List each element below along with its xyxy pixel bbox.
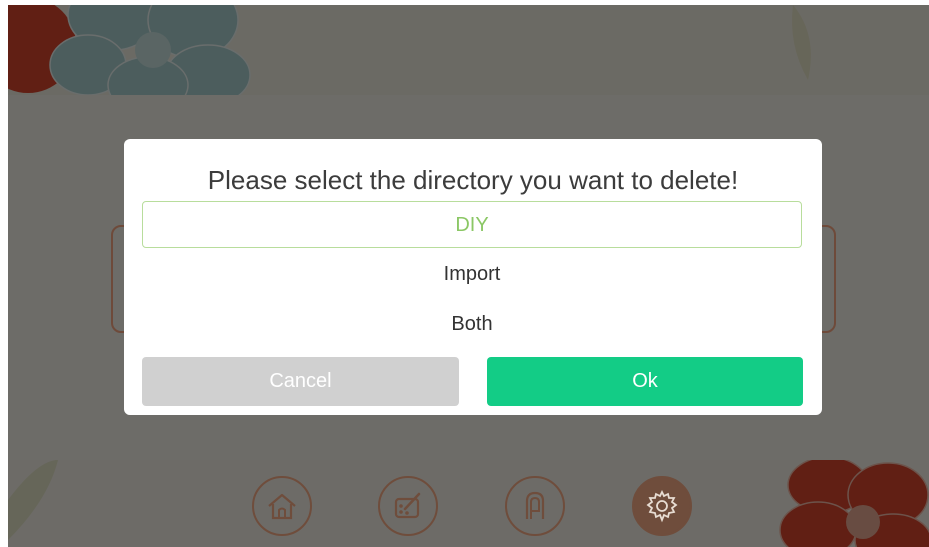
option-import[interactable]: Import <box>142 251 802 298</box>
palette-icon <box>394 492 421 519</box>
palette-button[interactable] <box>378 476 438 536</box>
app-screen: Please select the directory you want to … <box>8 5 929 547</box>
delete-directory-dialog: Please select the directory you want to … <box>124 139 822 415</box>
option-diy[interactable]: DIY <box>142 201 802 248</box>
home-icon <box>268 493 296 520</box>
cancel-button[interactable]: Cancel <box>142 357 459 406</box>
home-button[interactable] <box>252 476 312 536</box>
ok-button[interactable]: Ok <box>487 357 803 406</box>
fingerprint-button[interactable] <box>505 476 565 536</box>
dialog-title: Please select the directory you want to … <box>207 165 739 195</box>
finger-icon <box>525 491 545 519</box>
gear-icon <box>646 489 678 523</box>
settings-button[interactable] <box>632 476 692 536</box>
option-both[interactable]: Both <box>142 301 802 348</box>
